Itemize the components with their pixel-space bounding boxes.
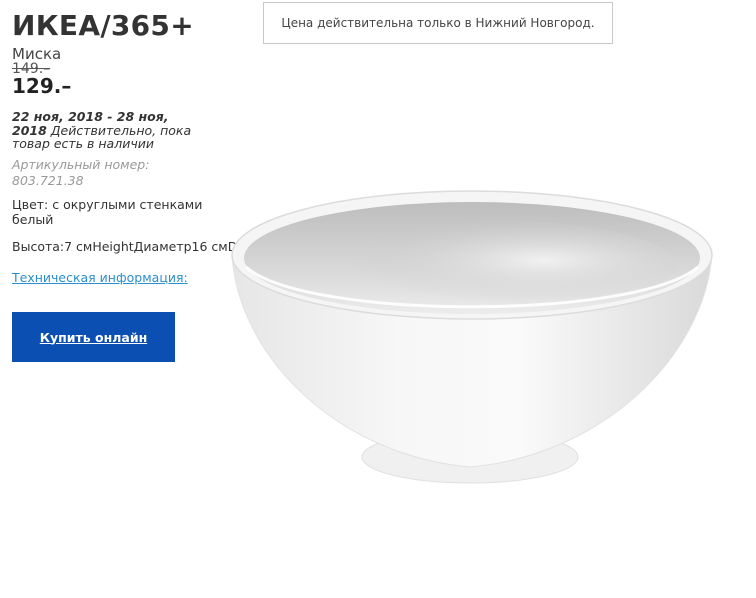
tech-info-link[interactable]: Техническая информация:	[12, 270, 188, 285]
buy-online-button[interactable]: Купить онлайн	[12, 312, 175, 362]
product-color: Цвет: с округлыми стенками белый	[12, 197, 203, 227]
new-price: 129.–	[12, 74, 72, 98]
product-image-bowl	[231, 190, 713, 484]
article-number: Артикульный номер: 803.721.38	[12, 157, 150, 188]
price-validity: 22 ноя, 2018 - 28 ноя, 2018 Действительн…	[12, 110, 197, 151]
product-title: ИКЕА/365+	[12, 9, 194, 42]
city-price-notice: Цена действительна только в Нижний Новго…	[263, 2, 613, 44]
